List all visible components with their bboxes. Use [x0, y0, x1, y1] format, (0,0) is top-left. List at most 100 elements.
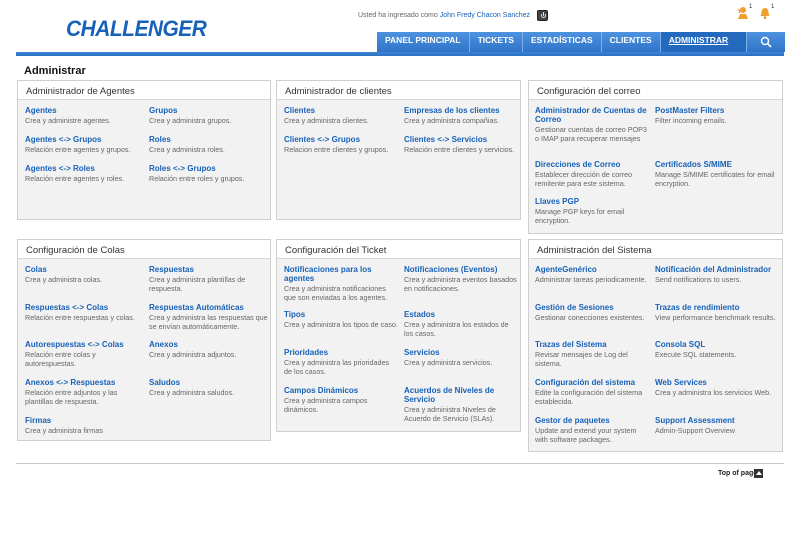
arrow-up-icon[interactable] [754, 469, 763, 478]
admin-item[interactable]: Support Assessment Admin-Support Overvie… [655, 416, 779, 435]
admin-item-link[interactable]: Colas [25, 265, 141, 274]
top-of-page-link[interactable]: Top of page [718, 470, 757, 477]
admin-item[interactable]: Empresas de los clientes Crea y administ… [404, 106, 518, 125]
nav-estadisticas[interactable]: ESTADÍSTICAS [522, 32, 602, 52]
admin-item[interactable]: Certificados S/MIME Manage S/MIME certif… [655, 160, 779, 188]
admin-item[interactable]: Autorespuestas <-> Colas Relación entre … [25, 340, 141, 368]
admin-item[interactable]: Estados Crea y administra los estados de… [404, 310, 518, 338]
admin-item[interactable]: Anexos <-> Respuestas Relación entre adj… [25, 378, 141, 406]
admin-item-link[interactable]: Grupos [149, 106, 267, 115]
admin-item-link[interactable]: Clientes [284, 106, 400, 115]
admin-item-link[interactable]: Clientes <-> Grupos [284, 135, 400, 144]
admin-item-link[interactable]: Servicios [404, 348, 518, 357]
panel-correo: Configuración del correo Administrador d… [528, 80, 783, 234]
admin-item-link[interactable]: Agentes <-> Roles [25, 164, 143, 173]
admin-item-link[interactable]: Consola SQL [655, 340, 779, 349]
admin-item[interactable]: Trazas de rendimiento View performance b… [655, 303, 779, 322]
admin-item-link[interactable]: Autorespuestas <-> Colas [25, 340, 141, 349]
admin-item[interactable]: Administrador de Cuentas de Correo Gesti… [535, 106, 651, 143]
notification-locked-tickets[interactable]: 1 [736, 4, 752, 20]
admin-item-link[interactable]: PostMaster Filters [655, 106, 779, 115]
admin-item[interactable]: Roles <-> Grupos Relación entre roles y … [149, 164, 267, 183]
admin-item[interactable]: Direcciones de Correo Establecer direcci… [535, 160, 651, 188]
admin-item[interactable]: Gestor de paquetes Update and extend you… [535, 416, 651, 444]
admin-item[interactable]: Clientes Crea y administra clientes. [284, 106, 400, 125]
admin-item[interactable]: Tipos Crea y administra los tipos de cas… [284, 310, 398, 329]
admin-item-link[interactable]: Roles [149, 135, 267, 144]
admin-item-link[interactable]: Respuestas [149, 265, 267, 274]
admin-item[interactable]: Trazas del Sistema Revisar mensajes de L… [535, 340, 649, 368]
admin-item[interactable]: Anexos Crea y administra adjuntos. [149, 340, 267, 359]
admin-item-description: Crea y administra las respuestas que se … [149, 313, 268, 331]
admin-item[interactable]: Notificación del Administrador Send noti… [655, 265, 781, 284]
admin-item-link[interactable]: Respuestas Automáticas [149, 303, 269, 312]
admin-item[interactable]: Consola SQL Execute SQL statements. [655, 340, 779, 359]
admin-item[interactable]: Web Services Crea y administra los servi… [655, 378, 779, 397]
admin-item[interactable]: Colas Crea y administra colas. [25, 265, 141, 284]
admin-item-link[interactable]: Tipos [284, 310, 398, 319]
admin-item-link[interactable]: Agentes <-> Grupos [25, 135, 143, 144]
admin-item-link[interactable]: Roles <-> Grupos [149, 164, 267, 173]
admin-item-link[interactable]: Gestor de paquetes [535, 416, 651, 425]
admin-item-link[interactable]: Notificaciones para los agentes [284, 265, 398, 283]
admin-item-link[interactable]: Anexos <-> Respuestas [25, 378, 141, 387]
admin-item[interactable]: Agentes Crea y administre agentes. [25, 106, 143, 125]
nav-search-button[interactable] [746, 32, 785, 52]
admin-item[interactable]: Notificaciones (Eventos) Crea y administ… [404, 265, 518, 293]
admin-item-link[interactable]: Web Services [655, 378, 779, 387]
admin-item[interactable]: Grupos Crea y administra grupos. [149, 106, 267, 125]
admin-item-link[interactable]: Llaves PGP [535, 197, 651, 206]
admin-item-link[interactable]: Prioridades [284, 348, 398, 357]
admin-item[interactable]: Acuerdos de Niveles de Servicio Crea y a… [404, 386, 518, 423]
admin-item-link[interactable]: Direcciones de Correo [535, 160, 651, 169]
admin-item-link[interactable]: Administrador de Cuentas de Correo [535, 106, 651, 124]
page-title: Administrar [24, 65, 86, 77]
admin-item[interactable]: Servicios Crea y administra servicios. [404, 348, 518, 367]
admin-item-link[interactable]: Acuerdos de Niveles de Servicio [404, 386, 518, 404]
admin-item[interactable]: Respuestas Automáticas Crea y administra… [149, 303, 269, 331]
admin-item[interactable]: Respuestas Crea y administra plantillas … [149, 265, 267, 293]
admin-item-link[interactable]: Respuestas <-> Colas [25, 303, 141, 312]
admin-item-link[interactable]: Trazas de rendimiento [655, 303, 779, 312]
admin-item-link[interactable]: Trazas del Sistema [535, 340, 649, 349]
admin-item-link[interactable]: Gestión de Sesiones [535, 303, 649, 312]
admin-item[interactable]: Gestión de Sesiones Gestionar coneccione… [535, 303, 649, 322]
admin-item-link[interactable]: AgenteGenérico [535, 265, 649, 274]
admin-item-link[interactable]: Notificaciones (Eventos) [404, 265, 518, 274]
admin-item[interactable]: Configuración del sistema Edite la confi… [535, 378, 649, 406]
admin-item-link[interactable]: Anexos [149, 340, 267, 349]
nav-clientes[interactable]: CLIENTES [601, 32, 661, 52]
admin-item[interactable]: Firmas Crea y administra firmas [25, 416, 141, 435]
admin-item[interactable]: Campos Dinámicos Crea y administra campo… [284, 386, 398, 414]
nav-administrar[interactable]: ADMINISTRAR [660, 32, 747, 52]
admin-item[interactable]: Clientes <-> Servicios Relación entre cl… [404, 135, 518, 154]
panel-agentes: Administrador de Agentes Agentes Crea y … [17, 80, 271, 220]
admin-item[interactable]: Agentes <-> Grupos Relación entre agente… [25, 135, 143, 154]
admin-item[interactable]: Notificaciones para los agentes Crea y a… [284, 265, 398, 302]
admin-item[interactable]: PostMaster Filters Filter incoming email… [655, 106, 779, 125]
admin-item-link[interactable]: Certificados S/MIME [655, 160, 779, 169]
admin-item-link[interactable]: Campos Dinámicos [284, 386, 398, 395]
admin-item-link[interactable]: Saludos [149, 378, 267, 387]
logout-icon[interactable] [537, 10, 548, 21]
admin-item-link[interactable]: Support Assessment [655, 416, 779, 425]
admin-item[interactable]: AgenteGenérico Administrar tareas period… [535, 265, 649, 284]
admin-item[interactable]: Llaves PGP Manage PGP keys for email enc… [535, 197, 651, 225]
admin-item-link[interactable]: Clientes <-> Servicios [404, 135, 518, 144]
admin-item[interactable]: Prioridades Crea y administra las priori… [284, 348, 398, 376]
admin-item-link[interactable]: Firmas [25, 416, 141, 425]
admin-item[interactable]: Respuestas <-> Colas Relación entre resp… [25, 303, 141, 322]
notification-alerts[interactable]: 1 [758, 4, 774, 20]
admin-item[interactable]: Saludos Crea y administra saludos. [149, 378, 267, 397]
admin-item[interactable]: Agentes <-> Roles Relación entre agentes… [25, 164, 143, 183]
admin-item-link[interactable]: Notificación del Administrador [655, 265, 781, 274]
admin-item[interactable]: Clientes <-> Grupos Relacion entre clien… [284, 135, 400, 154]
admin-item-link[interactable]: Configuración del sistema [535, 378, 649, 387]
nav-tickets[interactable]: TICKETS [469, 32, 523, 52]
user-name-link[interactable]: John Fredy Chacon Sanchez [440, 12, 530, 19]
admin-item[interactable]: Roles Crea y administra roles. [149, 135, 267, 154]
admin-item-link[interactable]: Estados [404, 310, 518, 319]
admin-item-link[interactable]: Agentes [25, 106, 143, 115]
admin-item-link[interactable]: Empresas de los clientes [404, 106, 518, 115]
nav-panel-principal[interactable]: PANEL PRINCIPAL [377, 32, 470, 52]
